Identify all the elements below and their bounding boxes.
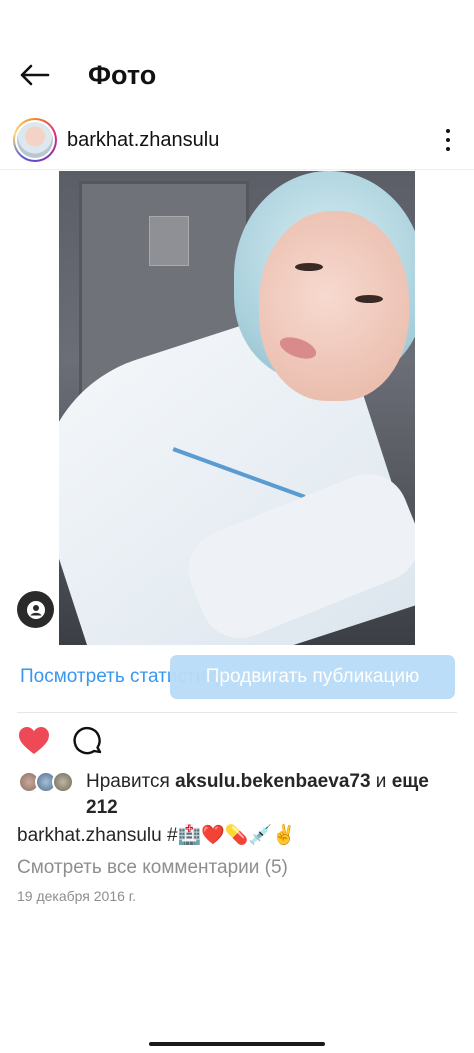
heart-filled-icon	[19, 727, 49, 754]
caption-text: #🏥❤️💊💉✌️	[161, 825, 296, 846]
tagged-people-button[interactable]	[17, 591, 54, 628]
caption-username[interactable]: barkhat.zhansulu	[17, 825, 162, 846]
top-bar: Фото	[0, 44, 474, 106]
post-username[interactable]: barkhat.zhansulu	[67, 129, 219, 152]
home-indicator[interactable]	[149, 1042, 325, 1046]
post-date: 19 декабря 2016 г.	[17, 888, 137, 904]
view-all-comments-link[interactable]: Смотреть все комментарии (5)	[17, 857, 288, 879]
avatar[interactable]	[13, 118, 57, 162]
back-arrow-icon	[20, 64, 50, 86]
back-button[interactable]	[14, 58, 54, 92]
promote-button[interactable]: Продвигать публикацию	[170, 655, 455, 699]
liked-by-user[interactable]: aksulu.bekenbaeva73	[175, 771, 370, 792]
person-tag-icon	[26, 600, 45, 619]
post-photo[interactable]	[59, 171, 415, 645]
divider	[17, 712, 457, 713]
liked-by-text[interactable]: Нравится aksulu.bekenbaeva73 и еще 212	[86, 769, 461, 821]
more-vertical-icon	[446, 129, 450, 133]
page-title: Фото	[88, 60, 157, 90]
comment-icon	[73, 726, 102, 755]
post-caption: barkhat.zhansulu #🏥❤️💊💉✌️	[17, 823, 296, 849]
post-header: barkhat.zhansulu	[0, 112, 474, 170]
liked-by-avatars[interactable]	[18, 771, 78, 793]
more-options-button[interactable]	[436, 125, 460, 155]
comment-button[interactable]	[72, 725, 104, 757]
like-button[interactable]	[17, 725, 51, 757]
